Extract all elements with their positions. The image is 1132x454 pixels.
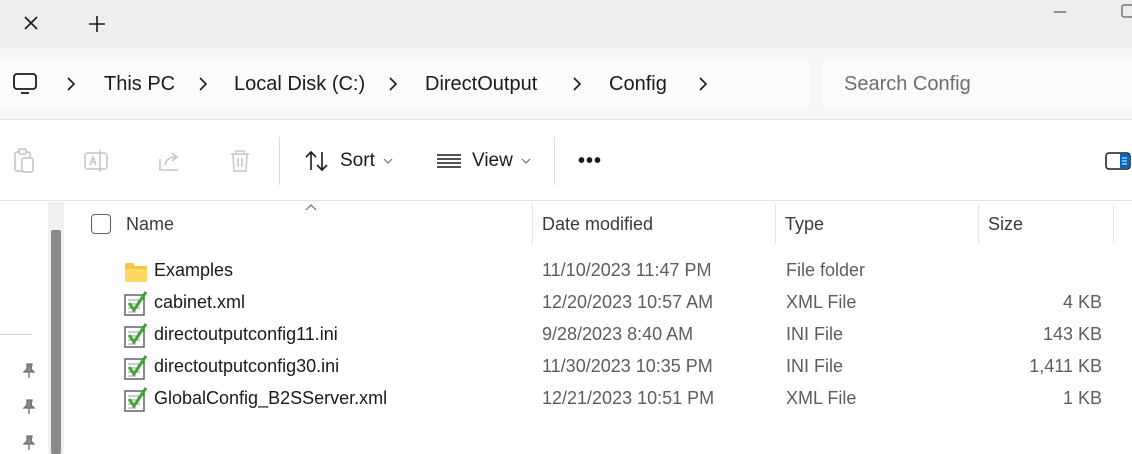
sort-label: Sort — [340, 150, 375, 171]
folder-icon — [125, 263, 147, 282]
file-type: INI File — [786, 324, 844, 344]
chevron-right-icon[interactable] — [196, 75, 210, 93]
plus-icon — [89, 16, 105, 32]
this-pc-icon[interactable] — [12, 72, 38, 96]
notepadpp-file-icon — [124, 355, 148, 380]
select-all-checkbox[interactable] — [91, 214, 111, 234]
search-input[interactable] — [844, 60, 1124, 108]
file-row[interactable]: cabinet.xml 12/20/2023 10:57 AM XML File… — [72, 286, 1132, 318]
nav-scrollbar-thumb[interactable] — [51, 230, 61, 454]
minimize-icon — [1054, 11, 1066, 13]
view-list-icon — [437, 154, 461, 168]
chevron-down-icon — [383, 158, 393, 164]
file-type: XML File — [786, 388, 857, 408]
maximize-icon — [1121, 4, 1132, 18]
breadcrumb-config[interactable]: Config — [609, 72, 667, 96]
close-icon — [24, 16, 38, 30]
tab-strip — [0, 0, 1132, 48]
notepadpp-file-icon — [124, 387, 148, 412]
view-label: View — [472, 150, 513, 171]
command-bar: Sort View ••• — [0, 121, 1132, 201]
toolbar-separator — [279, 137, 280, 185]
pin-icon[interactable] — [20, 434, 38, 452]
file-size: 143 KB — [1042, 324, 1102, 344]
file-row[interactable]: directoutputconfig30.ini 11/30/2023 10:3… — [72, 350, 1132, 382]
address-row: This PC Local Disk (C:) DirectOutput Con… — [0, 48, 1132, 120]
file-size: 1,411 KB — [1029, 356, 1102, 376]
file-row[interactable]: GlobalConfig_B2SServer.xml 12/21/2023 10… — [72, 382, 1132, 414]
file-name: GlobalConfig_B2SServer.xml — [154, 388, 388, 408]
file-type: XML File — [786, 292, 857, 312]
breadcrumb-directoutput[interactable]: DirectOutput — [425, 72, 537, 96]
column-header-type[interactable]: Type — [785, 212, 824, 242]
navigation-pane — [0, 202, 70, 454]
file-date: 12/20/2023 10:57 AM — [542, 292, 714, 312]
file-type: INI File — [786, 356, 844, 376]
breadcrumb-this-pc[interactable]: This PC — [104, 72, 175, 96]
column-header-row: Name Date modified Type Size — [72, 202, 1132, 246]
chevron-right-icon[interactable] — [64, 75, 78, 93]
file-row[interactable]: Examples 11/10/2023 11:47 PM File folder — [72, 254, 1132, 286]
details-pane-icon[interactable] — [1104, 149, 1132, 173]
delete-icon[interactable] — [226, 147, 254, 175]
notepadpp-file-icon — [124, 323, 148, 348]
share-icon[interactable] — [156, 147, 184, 175]
file-date: 9/28/2023 8:40 AM — [542, 324, 694, 344]
file-row[interactable]: directoutputconfig11.ini 9/28/2023 8:40 … — [72, 318, 1132, 350]
sort-button[interactable]: Sort — [304, 141, 393, 181]
pin-icon[interactable] — [20, 398, 38, 416]
sort-ascending-icon — [305, 204, 317, 211]
address-bar[interactable]: This PC Local Disk (C:) DirectOutput Con… — [0, 60, 810, 108]
toolbar-separator — [554, 137, 555, 185]
file-type: File folder — [786, 260, 866, 280]
file-name: directoutputconfig11.ini — [154, 324, 338, 344]
file-size: 4 KB — [1062, 292, 1102, 312]
more-options-button[interactable]: ••• — [578, 141, 602, 181]
file-date: 12/21/2023 10:51 PM — [542, 388, 715, 408]
minimize-button[interactable] — [1046, 2, 1086, 22]
maximize-button[interactable] — [1108, 2, 1132, 22]
column-header-name[interactable]: Name — [126, 212, 174, 242]
notepadpp-file-icon — [124, 291, 148, 316]
view-button[interactable]: View — [436, 141, 531, 181]
column-header-date[interactable]: Date modified — [542, 212, 653, 242]
paste-icon[interactable] — [10, 147, 38, 175]
column-divider[interactable] — [978, 204, 979, 244]
file-size: 1 KB — [1062, 388, 1102, 408]
close-tab-button[interactable] — [0, 0, 62, 46]
file-name: directoutputconfig30.ini — [154, 356, 340, 376]
file-name: Examples — [154, 260, 234, 280]
new-tab-button[interactable] — [72, 6, 122, 42]
chevron-right-icon[interactable] — [696, 75, 710, 93]
search-box[interactable] — [822, 60, 1132, 108]
pin-icon[interactable] — [20, 362, 38, 380]
file-list: Name Date modified Type Size Examples 11… — [72, 202, 1132, 454]
file-date: 11/10/2023 11:47 PM — [542, 260, 712, 280]
chevron-right-icon[interactable] — [570, 75, 584, 93]
file-date: 11/30/2023 10:35 PM — [542, 356, 713, 376]
column-divider[interactable] — [1113, 204, 1114, 244]
chevron-right-icon[interactable] — [386, 75, 400, 93]
sort-icon — [305, 150, 328, 172]
rename-icon[interactable] — [82, 147, 110, 175]
nav-divider — [0, 334, 32, 335]
more-icon: ••• — [578, 149, 603, 172]
column-header-size[interactable]: Size — [988, 212, 1023, 242]
breadcrumb-local-disk[interactable]: Local Disk (C:) — [234, 72, 365, 96]
column-divider[interactable] — [775, 204, 776, 244]
file-name: cabinet.xml — [154, 292, 246, 312]
column-divider[interactable] — [532, 204, 533, 244]
chevron-down-icon — [521, 158, 531, 164]
